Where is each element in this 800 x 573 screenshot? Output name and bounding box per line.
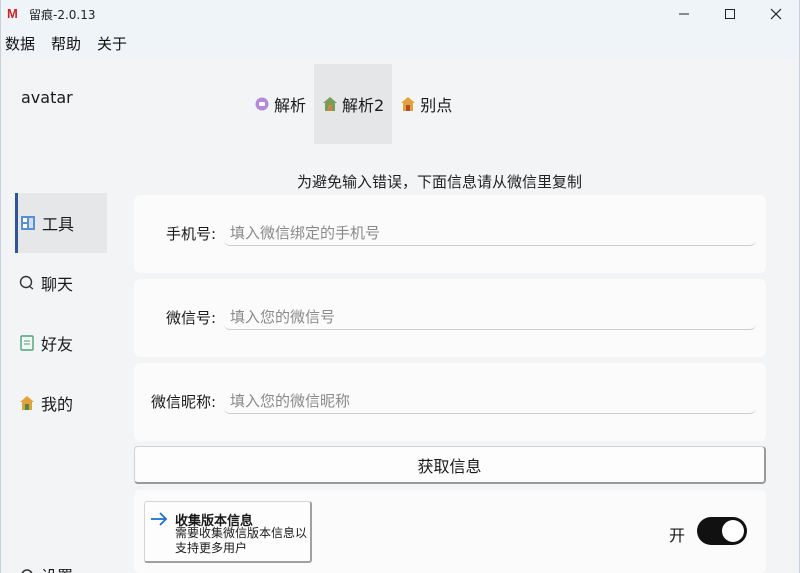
nickname-label: 微信昵称: xyxy=(150,393,216,411)
hint-text: 为避免输入错误，下面信息请从微信里复制 xyxy=(297,173,583,191)
chat-icon xyxy=(19,275,34,290)
contacts-icon xyxy=(20,335,34,351)
menu-data[interactable]: 数据 xyxy=(5,33,35,54)
tools-icon xyxy=(21,216,35,230)
tab-label: 解析 xyxy=(274,96,307,115)
sidebar-item-label: 工具 xyxy=(42,215,75,234)
toggle-label: 开 xyxy=(669,526,686,545)
phone-card: 手机号: xyxy=(134,195,766,273)
house-icon xyxy=(401,97,416,111)
collect-version-button[interactable]: 收集版本信息 需要收集微信版本信息以支持更多用户 xyxy=(144,501,312,563)
window-controls xyxy=(661,0,799,28)
sidebar: 工具 聊天 好友 我的 xyxy=(15,193,107,433)
sidebar-item-chat[interactable]: 聊天 xyxy=(15,253,107,313)
tab-label: 别点 xyxy=(420,96,453,115)
circle-icon xyxy=(255,97,269,111)
sidebar-item-settings[interactable]: 设置 xyxy=(19,563,73,573)
sidebar-item-friends[interactable]: 好友 xyxy=(15,313,107,373)
collect-toggle[interactable] xyxy=(697,517,747,545)
sidebar-item-mine[interactable]: 我的 xyxy=(15,373,107,433)
close-icon xyxy=(770,8,782,20)
close-button[interactable] xyxy=(753,0,799,28)
toggle-knob xyxy=(722,520,744,542)
sidebar-item-label: 聊天 xyxy=(41,275,74,294)
nickname-card: 微信昵称: xyxy=(134,363,766,441)
collect-description: 需要收集微信版本信息以支持更多用户 xyxy=(175,526,308,555)
gear-icon xyxy=(21,569,33,573)
wechat-id-card: 微信号: xyxy=(134,279,766,357)
wechat-id-label: 微信号: xyxy=(165,309,216,327)
wechat-id-input[interactable] xyxy=(224,304,756,330)
maximize-icon xyxy=(725,9,735,19)
arrow-right-icon xyxy=(151,512,168,526)
tab-parse[interactable]: 解析 xyxy=(246,64,314,144)
tab-label: 解析2 xyxy=(342,96,385,115)
minimize-button[interactable] xyxy=(661,0,707,28)
app-window: M 留痕-2.0.13 数据 帮助 关于 avatar 解析 解析2 别点 工具… xyxy=(0,0,800,573)
tab-dont-click[interactable]: 别点 xyxy=(392,64,460,144)
sidebar-item-label: 我的 xyxy=(41,395,74,414)
minimize-icon xyxy=(679,13,689,15)
nickname-input[interactable] xyxy=(224,388,756,414)
house-icon xyxy=(323,97,338,111)
avatar[interactable]: avatar xyxy=(21,88,73,107)
collect-card: 收集版本信息 需要收集微信版本信息以支持更多用户 开 xyxy=(134,490,766,573)
menu-bar: 数据 帮助 关于 xyxy=(1,28,799,58)
menu-help[interactable]: 帮助 xyxy=(51,33,81,54)
phone-label: 手机号: xyxy=(165,225,216,243)
menu-about[interactable]: 关于 xyxy=(97,33,127,54)
maximize-button[interactable] xyxy=(707,0,753,28)
window-title: 留痕-2.0.13 xyxy=(29,7,96,22)
house-icon xyxy=(20,396,34,410)
phone-input[interactable] xyxy=(224,220,756,246)
title-bar: M 留痕-2.0.13 xyxy=(1,0,799,28)
tab-parse2[interactable]: 解析2 xyxy=(314,64,393,144)
sidebar-item-label: 好友 xyxy=(41,335,74,354)
app-logo: M xyxy=(7,6,18,21)
get-info-button[interactable]: 获取信息 xyxy=(134,446,766,484)
sidebar-item-tools[interactable]: 工具 xyxy=(15,193,107,253)
content-area: avatar 解析 解析2 别点 工具 聊天 好友 我的 为避免输入错误，下面信… xyxy=(1,58,799,573)
sidebar-item-label: 设置 xyxy=(41,563,73,573)
top-tabs: 解析 解析2 别点 xyxy=(246,64,460,144)
